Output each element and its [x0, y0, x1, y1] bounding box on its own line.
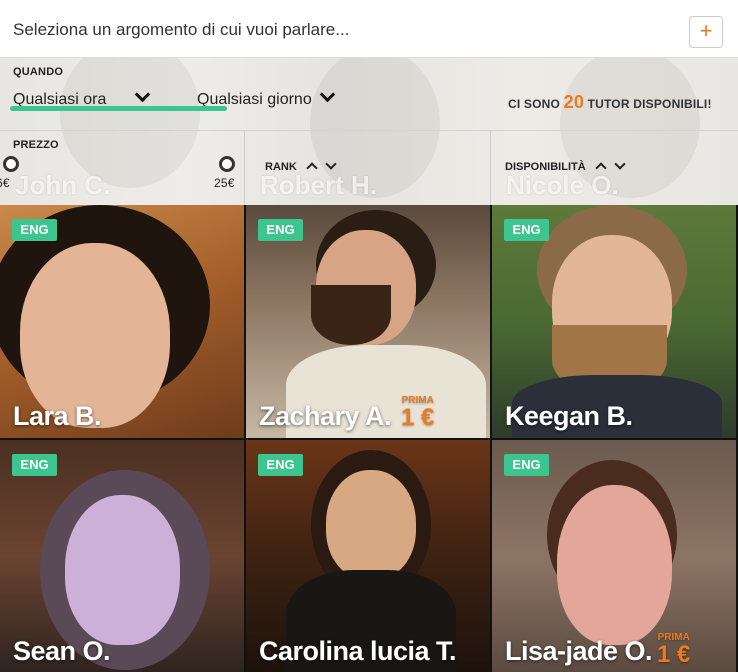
language-badge: ENG	[12, 219, 57, 241]
price-label: PREZZO	[13, 139, 59, 151]
price-max-handle[interactable]	[219, 156, 235, 172]
promo-price: PRIMA 1 €	[657, 632, 690, 667]
caret-down-icon[interactable]	[325, 158, 337, 170]
language-badge: ENG	[504, 219, 549, 241]
ghost-tutor-name: Nicole O.	[506, 170, 619, 200]
tutor-photo-beard	[311, 285, 391, 345]
count-suffix: TUTOR DISPONIBILI!	[587, 97, 712, 111]
language-badge: ENG	[258, 454, 303, 476]
tutor-name: Keegan B.	[505, 401, 633, 431]
price-min-value: 6€	[0, 176, 10, 190]
filters-panel: QUANDO Qualsiasi ora Qualsiasi giorno CI…	[0, 58, 738, 205]
tutor-card[interactable]: ENG Zachary A. PRIMA 1 €	[246, 205, 490, 438]
promo-price: PRIMA 1 €	[401, 395, 434, 430]
caret-down-icon[interactable]	[614, 158, 626, 170]
tutor-photo-face	[326, 470, 416, 580]
price-max-value: 25€	[214, 176, 235, 190]
when-filter-row: QUANDO Qualsiasi ora Qualsiasi giorno CI…	[0, 58, 738, 131]
column-divider	[244, 131, 245, 205]
ghost-tutor-name: Robert H.	[260, 170, 377, 200]
tutor-photo-face	[557, 485, 672, 645]
topic-selector[interactable]: Seleziona un argomento di cui vuoi parla…	[13, 20, 349, 40]
add-topic-button[interactable]: +	[689, 16, 723, 48]
tutor-name: Lara B.	[13, 401, 102, 431]
ghost-tutor-name: John C.	[15, 170, 111, 200]
promo-value: 1 €	[657, 641, 691, 668]
tutor-photo-face	[65, 495, 180, 645]
tutor-grid: ENG Lara B. ENG Zachary A. PRIMA 1 € ENG…	[0, 205, 738, 672]
tutor-name: Sean O.	[13, 636, 111, 666]
tutor-card[interactable]: ENG Keegan B.	[492, 205, 736, 438]
language-badge: ENG	[12, 454, 57, 476]
tutor-name: Carolina lucia T.	[259, 636, 457, 666]
tutor-card[interactable]: ENG Lisa-jade O. PRIMA 1 €	[492, 440, 736, 672]
language-badge: ENG	[504, 454, 549, 476]
price-slider[interactable]	[10, 106, 227, 111]
tutor-name: Lisa-jade O.	[505, 636, 653, 666]
tutor-name: Zachary A.	[259, 401, 392, 431]
tutor-count: CI SONO 20 TUTOR DISPONIBILI!	[508, 92, 712, 113]
count-number: 20	[563, 92, 585, 112]
topic-bar[interactable]: Seleziona un argomento di cui vuoi parla…	[0, 0, 738, 58]
when-label: QUANDO	[13, 66, 64, 78]
count-prefix: CI SONO	[508, 97, 561, 111]
chevron-down-icon	[319, 86, 336, 103]
column-divider	[490, 131, 491, 205]
tutor-card[interactable]: ENG Lara B.	[0, 205, 244, 438]
tutor-card[interactable]: ENG Sean O.	[0, 440, 244, 672]
chevron-down-icon	[134, 86, 151, 103]
promo-value: 1 €	[401, 404, 435, 431]
tutor-card[interactable]: ENG Carolina lucia T.	[246, 440, 490, 672]
language-badge: ENG	[258, 219, 303, 241]
